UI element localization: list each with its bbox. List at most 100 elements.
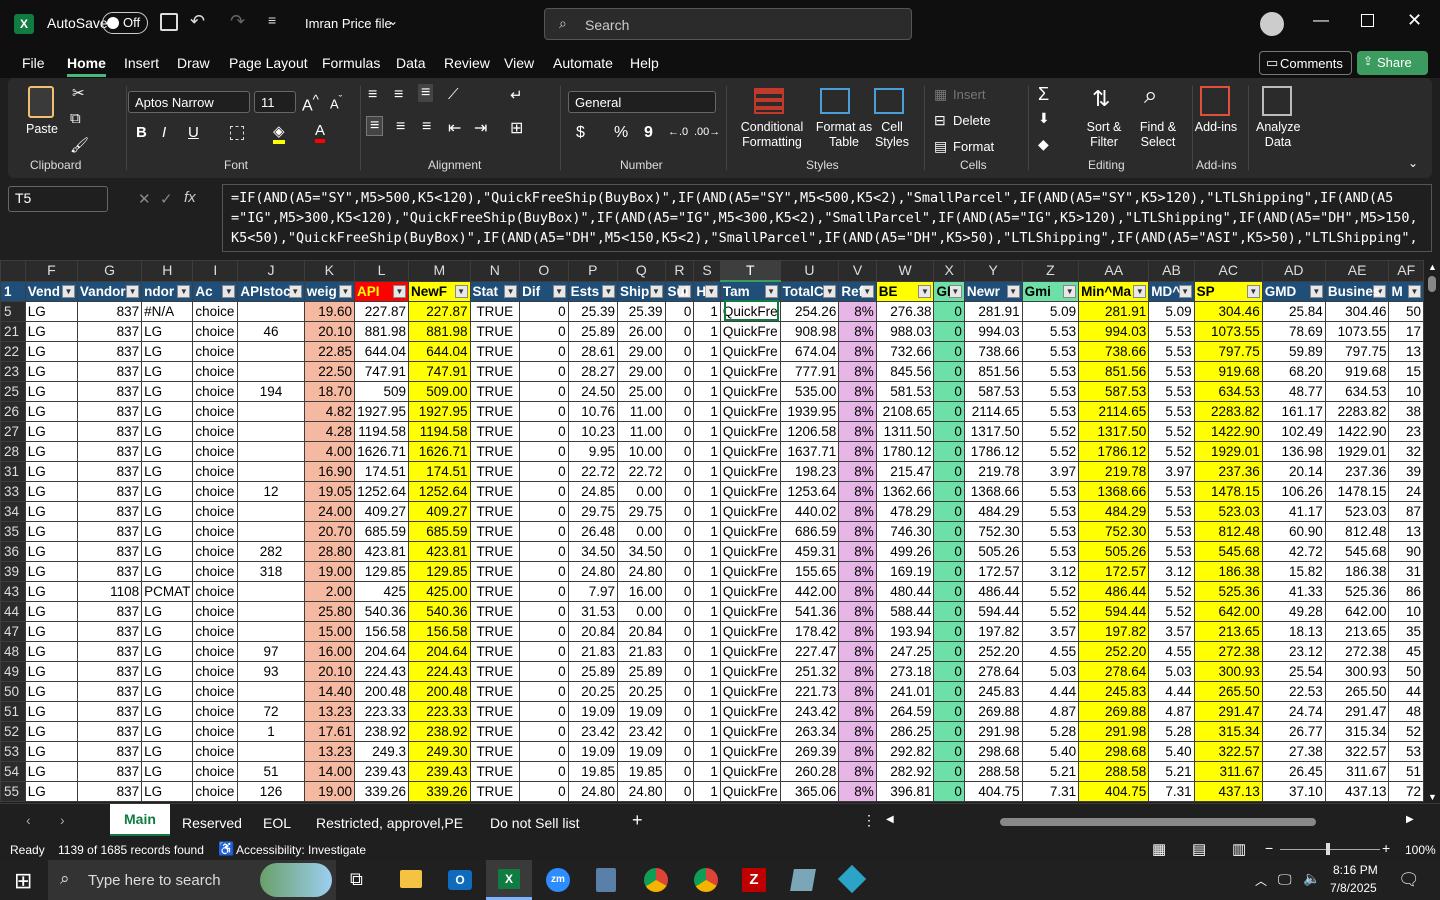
- table-cell[interactable]: 674.04: [779, 341, 840, 362]
- table-cell[interactable]: 282: [237, 541, 305, 562]
- column-filter-header[interactable]: ▼ GI: [933, 280, 965, 302]
- table-cell[interactable]: 685.59: [408, 521, 471, 542]
- row-number[interactable]: 28: [0, 441, 26, 462]
- avatar[interactable]: [1260, 12, 1284, 36]
- table-cell[interactable]: 186.38: [1193, 561, 1263, 582]
- table-cell[interactable]: 0: [933, 601, 965, 622]
- row-number[interactable]: 55: [0, 781, 26, 802]
- table-cell[interactable]: 186.38: [1324, 561, 1390, 582]
- table-cell[interactable]: TRUE: [469, 781, 521, 802]
- table-cell[interactable]: LG: [141, 561, 194, 582]
- insert-cells-button[interactable]: Insert: [953, 87, 986, 102]
- table-cell[interactable]: LG: [24, 381, 78, 402]
- column-header-ae[interactable]: AE: [1324, 260, 1390, 282]
- row-number[interactable]: 51: [0, 701, 26, 722]
- table-cell[interactable]: LG: [24, 701, 78, 722]
- table-cell[interactable]: 13: [1388, 341, 1424, 362]
- table-cell[interactable]: LG: [141, 361, 194, 382]
- table-cell[interactable]: 25.80: [303, 601, 356, 622]
- table-cell[interactable]: 5.09: [1021, 301, 1080, 322]
- row-number[interactable]: 31: [0, 461, 26, 482]
- align-center-icon[interactable]: ≡: [396, 118, 405, 136]
- table-cell[interactable]: 9.95: [567, 441, 619, 462]
- table-cell[interactable]: 72: [237, 701, 305, 722]
- table-cell[interactable]: QuickFre: [719, 401, 781, 422]
- table-cell[interactable]: 0: [933, 301, 965, 322]
- table-cell[interactable]: 172.57: [963, 561, 1023, 582]
- table-cell[interactable]: 0: [519, 661, 569, 682]
- table-cell[interactable]: 5.53: [1148, 341, 1195, 362]
- filter-dropdown-icon[interactable]: ▼: [1178, 284, 1192, 298]
- table-cell[interactable]: 288.58: [1078, 761, 1150, 782]
- table-cell[interactable]: 19.09: [617, 741, 666, 762]
- table-cell[interactable]: 1: [693, 501, 721, 522]
- table-cell[interactable]: 291.47: [1193, 701, 1263, 722]
- row-number[interactable]: 54: [0, 761, 26, 782]
- table-cell[interactable]: 11.00: [617, 421, 666, 442]
- column-header-ad[interactable]: AD: [1261, 260, 1326, 282]
- table-cell[interactable]: 881.98: [354, 321, 409, 342]
- table-cell[interactable]: 23.42: [617, 721, 666, 742]
- table-cell[interactable]: LG: [141, 521, 194, 542]
- table-cell[interactable]: 200.48: [354, 681, 409, 702]
- table-cell[interactable]: 425: [354, 581, 409, 602]
- table-cell[interactable]: 8%: [838, 521, 877, 542]
- table-cell[interactable]: QuickFre: [719, 541, 781, 562]
- table-cell[interactable]: 24.85: [567, 481, 619, 502]
- table-cell[interactable]: 13.23: [303, 701, 356, 722]
- table-cell[interactable]: 19.05: [303, 481, 356, 502]
- tab-page-layout[interactable]: Page Layout: [229, 55, 308, 71]
- customize-qat-icon[interactable]: ≡: [268, 12, 276, 28]
- table-cell[interactable]: 5.21: [1148, 761, 1195, 782]
- table-cell[interactable]: 126: [237, 781, 305, 802]
- filter-dropdown-icon[interactable]: ▼: [823, 284, 837, 298]
- table-cell[interactable]: 994.03: [963, 321, 1023, 342]
- table-cell[interactable]: 4.44: [1148, 681, 1195, 702]
- table-cell[interactable]: 26.77: [1261, 721, 1326, 742]
- table-cell[interactable]: 1: [693, 781, 721, 802]
- table-cell[interactable]: 2283.82: [1193, 401, 1263, 422]
- table-cell[interactable]: 0: [664, 681, 695, 702]
- table-cell[interactable]: 86: [1388, 581, 1424, 602]
- table-cell[interactable]: 20.70: [303, 521, 356, 542]
- table-cell[interactable]: 315.34: [1324, 721, 1390, 742]
- table-cell[interactable]: 0.00: [617, 521, 666, 542]
- column-filter-header[interactable]: ▼ Ref: [838, 280, 877, 302]
- table-cell[interactable]: 221.73: [779, 681, 840, 702]
- table-cell[interactable]: choice: [192, 421, 239, 442]
- table-cell[interactable]: 837: [76, 521, 143, 542]
- filter-dropdown-icon[interactable]: ▼: [1006, 284, 1020, 298]
- table-cell[interactable]: 8%: [838, 501, 877, 522]
- table-cell[interactable]: 29.75: [617, 501, 666, 522]
- table-cell[interactable]: 174.51: [408, 461, 471, 482]
- table-cell[interactable]: 7.31: [1148, 781, 1195, 802]
- table-cell[interactable]: 51: [237, 761, 305, 782]
- table-cell[interactable]: LG: [141, 461, 194, 482]
- table-cell[interactable]: 5.52: [1148, 421, 1195, 442]
- table-cell[interactable]: 29.75: [567, 501, 619, 522]
- row-number[interactable]: 1: [0, 280, 26, 302]
- table-cell[interactable]: 1: [693, 541, 721, 562]
- table-cell[interactable]: QuickFre: [719, 481, 781, 502]
- table-cell[interactable]: 509: [354, 381, 409, 402]
- table-cell[interactable]: choice: [192, 401, 239, 422]
- table-cell[interactable]: 245.83: [963, 681, 1023, 702]
- table-cell[interactable]: 0: [933, 581, 965, 602]
- table-cell[interactable]: LG: [141, 541, 194, 562]
- table-cell[interactable]: 505.26: [1078, 541, 1150, 562]
- close-icon[interactable]: ✕: [1407, 10, 1422, 31]
- table-cell[interactable]: 213.65: [1324, 621, 1390, 642]
- table-cell[interactable]: 837: [76, 381, 143, 402]
- table-cell[interactable]: 1: [693, 701, 721, 722]
- table-cell[interactable]: 5.09: [1148, 301, 1195, 322]
- table-cell[interactable]: 5.28: [1021, 721, 1080, 742]
- table-cell[interactable]: 219.78: [963, 461, 1023, 482]
- table-cell[interactable]: 0: [933, 381, 965, 402]
- table-cell[interactable]: 4.87: [1148, 701, 1195, 722]
- find-select-button[interactable]: Find & Select: [1134, 120, 1182, 150]
- table-cell[interactable]: 1626.71: [408, 441, 471, 462]
- percent-button[interactable]: %: [614, 124, 628, 142]
- increase-indent-icon[interactable]: ⇥: [474, 118, 487, 138]
- table-cell[interactable]: 0: [519, 581, 569, 602]
- column-filter-header[interactable]: ▼ TotalC: [779, 280, 840, 302]
